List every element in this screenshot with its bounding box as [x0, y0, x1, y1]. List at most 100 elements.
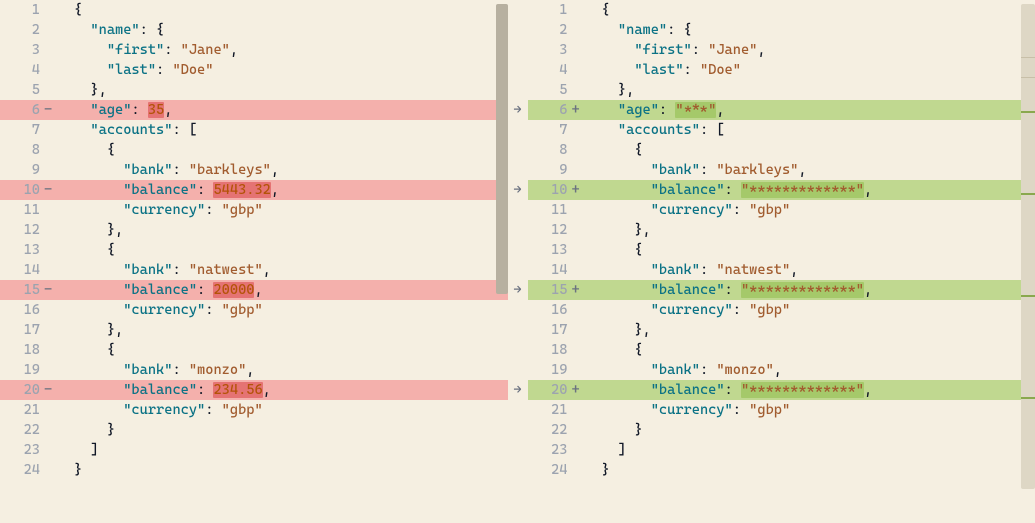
code-line[interactable]: 13 { — [528, 240, 1035, 260]
code-text[interactable]: "last": "Doe" — [72, 60, 508, 80]
ruler-diff-mark[interactable] — [1021, 193, 1035, 195]
code-text[interactable]: "age": 35, — [72, 100, 508, 120]
code-line[interactable]: 16 "currency": "gbp" — [528, 300, 1035, 320]
code-line[interactable]: 21 "currency": "gbp" — [0, 400, 508, 420]
code-text[interactable]: "first": "Jane", — [72, 40, 508, 60]
diff-arrow[interactable] — [508, 220, 528, 240]
code-line[interactable]: 23 ] — [528, 440, 1035, 460]
code-line[interactable]: 20+ "balance": "*************", — [528, 380, 1035, 400]
diff-arrow[interactable]: → — [508, 380, 528, 400]
code-text[interactable]: "balance": "*************", — [600, 380, 1020, 400]
diff-arrow[interactable] — [508, 460, 528, 480]
code-line[interactable]: 9 "bank": "barkleys", — [0, 160, 508, 180]
code-text[interactable]: "bank": "monzo", — [72, 360, 508, 380]
ruler-diff-mark[interactable] — [1021, 295, 1035, 297]
code-text[interactable]: "first": "Jane", — [600, 40, 1020, 60]
code-line[interactable]: 13 { — [0, 240, 508, 260]
code-text[interactable]: "currency": "gbp" — [600, 400, 1020, 420]
code-line[interactable]: 17 }, — [0, 320, 508, 340]
ruler-diff-mark[interactable] — [1021, 397, 1035, 399]
code-line[interactable]: 2 "name": { — [528, 20, 1035, 40]
code-line[interactable]: 6+ "age": "***", — [528, 100, 1035, 120]
diff-arrow[interactable] — [508, 320, 528, 340]
code-text[interactable]: { — [72, 240, 508, 260]
code-line[interactable]: 17 }, — [528, 320, 1035, 340]
diff-pane-modified[interactable]: 1{2 "name": {3 "first": "Jane",4 "last":… — [528, 0, 1035, 523]
code-text[interactable]: "balance": "*************", — [600, 180, 1020, 200]
code-text[interactable]: "balance": 5443.32, — [72, 180, 508, 200]
code-line[interactable]: 1{ — [0, 0, 508, 20]
code-line[interactable]: 14 "bank": "natwest", — [0, 260, 508, 280]
code-text[interactable]: "name": { — [72, 20, 508, 40]
code-text[interactable]: { — [72, 0, 508, 20]
code-line[interactable]: 7 "accounts": [ — [528, 120, 1035, 140]
code-line[interactable]: 3 "first": "Jane", — [0, 40, 508, 60]
code-line[interactable]: 22 } — [0, 420, 508, 440]
code-line[interactable]: 9 "bank": "barkleys", — [528, 160, 1035, 180]
code-line[interactable]: 8 { — [0, 140, 508, 160]
code-text[interactable]: }, — [72, 320, 508, 340]
code-line[interactable]: 19 "bank": "monzo", — [528, 360, 1035, 380]
code-text[interactable]: "last": "Doe" — [600, 60, 1020, 80]
code-text[interactable]: "balance": 20000, — [72, 280, 508, 300]
code-line[interactable]: 5 }, — [528, 80, 1035, 100]
diff-arrow[interactable] — [508, 140, 528, 160]
code-text[interactable]: "bank": "natwest", — [72, 260, 508, 280]
code-line[interactable]: 4 "last": "Doe" — [528, 60, 1035, 80]
diff-arrow[interactable] — [508, 120, 528, 140]
code-text[interactable]: }, — [72, 220, 508, 240]
code-line[interactable]: 6- "age": 35, — [0, 100, 508, 120]
code-text[interactable]: "balance": 234.56, — [72, 380, 508, 400]
diff-arrow[interactable] — [508, 20, 528, 40]
diff-arrow[interactable]: → — [508, 180, 528, 200]
diff-arrow[interactable] — [508, 60, 528, 80]
code-text[interactable]: }, — [600, 80, 1020, 100]
code-text[interactable]: }, — [72, 80, 508, 100]
code-line[interactable]: 7 "accounts": [ — [0, 120, 508, 140]
code-line[interactable]: 21 "currency": "gbp" — [528, 400, 1035, 420]
code-line[interactable]: 24} — [0, 460, 508, 480]
overview-ruler[interactable] — [1021, 4, 1035, 489]
code-text[interactable]: { — [600, 0, 1020, 20]
code-text[interactable]: } — [600, 460, 1020, 480]
code-text[interactable]: } — [72, 420, 508, 440]
code-line[interactable]: 11 "currency": "gbp" — [528, 200, 1035, 220]
diff-arrow[interactable]: → — [508, 280, 528, 300]
code-text[interactable]: { — [72, 340, 508, 360]
code-line[interactable]: 15- "balance": 20000, — [0, 280, 508, 300]
code-line[interactable]: 16 "currency": "gbp" — [0, 300, 508, 320]
ruler-diff-mark[interactable] — [1021, 111, 1035, 113]
code-text[interactable]: "bank": "barkleys", — [72, 160, 508, 180]
code-line[interactable]: 24} — [528, 460, 1035, 480]
code-line[interactable]: 12 }, — [0, 220, 508, 240]
code-text[interactable]: "currency": "gbp" — [600, 200, 1020, 220]
diff-arrow[interactable] — [508, 440, 528, 460]
code-text[interactable]: { — [72, 140, 508, 160]
code-line[interactable]: 23 ] — [0, 440, 508, 460]
code-text[interactable]: "currency": "gbp" — [600, 300, 1020, 320]
code-text[interactable]: "age": "***", — [600, 100, 1020, 120]
code-text[interactable]: "currency": "gbp" — [72, 200, 508, 220]
code-line[interactable]: 3 "first": "Jane", — [528, 40, 1035, 60]
code-text[interactable]: "bank": "natwest", — [600, 260, 1020, 280]
code-text[interactable]: "bank": "barkleys", — [600, 160, 1020, 180]
code-line[interactable]: 1{ — [528, 0, 1035, 20]
diff-arrow[interactable] — [508, 420, 528, 440]
code-text[interactable]: "accounts": [ — [600, 120, 1020, 140]
code-line[interactable]: 8 { — [528, 140, 1035, 160]
code-line[interactable]: 11 "currency": "gbp" — [0, 200, 508, 220]
code-text[interactable]: }, — [600, 320, 1020, 340]
code-line[interactable]: 15+ "balance": "*************", — [528, 280, 1035, 300]
code-text[interactable]: } — [72, 460, 508, 480]
code-line[interactable]: 10+ "balance": "*************", — [528, 180, 1035, 200]
diff-arrow[interactable] — [508, 400, 528, 420]
code-line[interactable]: 14 "bank": "natwest", — [528, 260, 1035, 280]
code-text[interactable]: "accounts": [ — [72, 120, 508, 140]
diff-arrow[interactable] — [508, 160, 528, 180]
code-text[interactable]: ] — [72, 440, 508, 460]
diff-arrow[interactable] — [508, 200, 528, 220]
code-line[interactable]: 20- "balance": 234.56, — [0, 380, 508, 400]
code-text[interactable]: { — [600, 240, 1020, 260]
code-text[interactable]: ] — [600, 440, 1020, 460]
code-line[interactable]: 18 { — [0, 340, 508, 360]
